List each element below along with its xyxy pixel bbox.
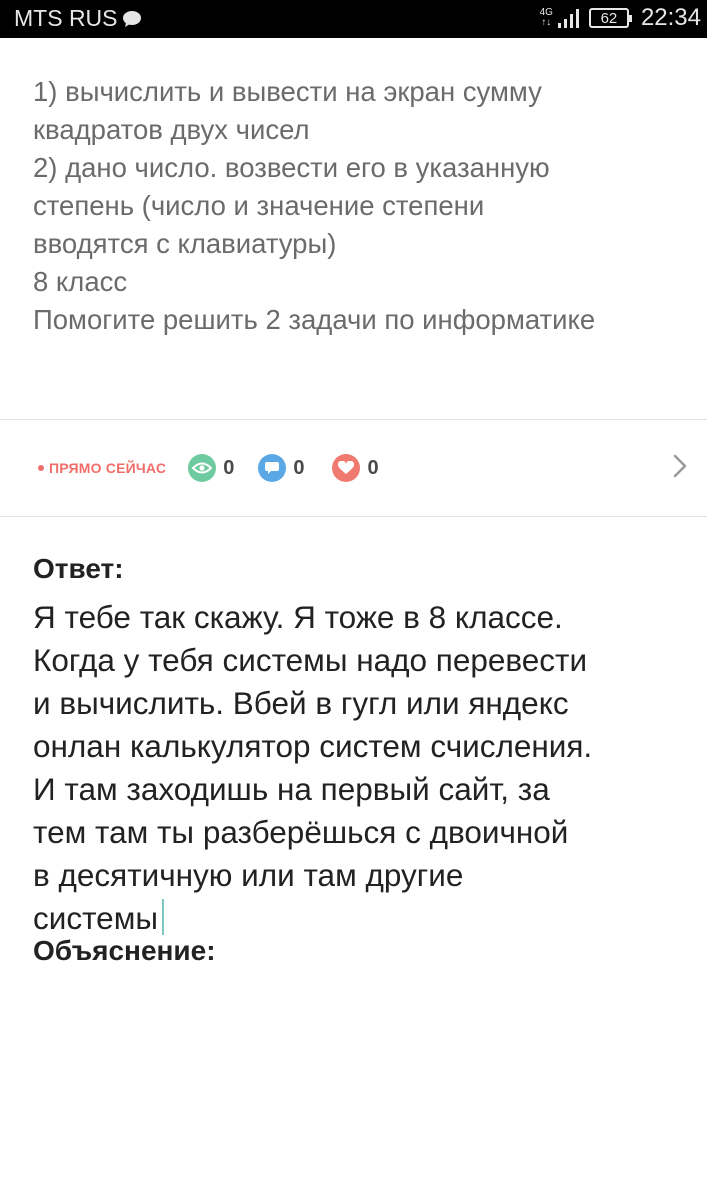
heart-icon — [332, 454, 361, 482]
answer-line: и вычислить. Вбей в гугл или яндекс — [33, 685, 569, 721]
signal-icon — [557, 7, 581, 29]
views-counter[interactable]: 0 — [188, 454, 234, 482]
question-line: степень (число и значение степени — [33, 190, 485, 221]
status-indicators: 4G ↑↓ 62 22:34 — [540, 4, 701, 32]
answer-line: онлан калькулятор систем счисления. — [33, 728, 593, 764]
answer-line: Когда у тебя системы надо перевести — [33, 642, 588, 678]
answer-heading: Ответ: — [33, 553, 124, 584]
answer-line: в десятичную или там другие — [33, 857, 464, 893]
chat-bubble-icon — [122, 10, 142, 28]
question-line: вводятся с клавиатуры) — [33, 228, 337, 259]
answer-line: системы — [33, 900, 158, 936]
network-activity-label: ↑↓ — [541, 17, 552, 28]
carrier-group: MTS RUS — [14, 5, 142, 32]
answer-line: И там заходишь на первый сайт, за — [33, 771, 550, 807]
status-bar: MTS RUS 4G ↑↓ 62 22:34 — [0, 0, 707, 38]
question-line: 8 класс — [33, 266, 128, 297]
answer-line: Я тебе так скажу. Я тоже в 8 классе. — [33, 599, 563, 635]
question-actions: ПРЯМО СЕЙЧАС 0 0 0 — [38, 450, 693, 486]
question-text: 1) вычислить и вывести на экран сумму кв… — [33, 73, 693, 339]
battery-icon: 62 — [588, 8, 632, 28]
text-cursor — [162, 899, 164, 935]
live-status-label: ПРЯМО СЕЙЧАС — [49, 460, 167, 476]
comment-icon — [258, 454, 287, 482]
answer-line: тем там ты разберёшься с двоичной — [33, 814, 569, 850]
answer-last-line: системы — [33, 897, 698, 940]
question-line: 1) вычислить и вывести на экран сумму — [33, 76, 542, 107]
chevron-right-icon[interactable] — [673, 454, 687, 483]
question-line: 2) дано число. возвести его в указанную — [33, 152, 550, 183]
likes-count: 0 — [367, 456, 379, 479]
answer-input[interactable]: Я тебе так скажу. Я тоже в 8 классе. Ког… — [33, 596, 698, 940]
divider — [0, 419, 707, 420]
comments-count: 0 — [293, 456, 305, 479]
clock: 22:34 — [640, 4, 701, 31]
views-count: 0 — [223, 456, 235, 479]
carrier-name: MTS RUS — [14, 5, 118, 31]
explanation-heading: Объяснение: — [33, 935, 216, 966]
divider — [0, 516, 707, 517]
eye-icon — [188, 454, 217, 482]
network-type: 4G ↑↓ — [540, 8, 553, 28]
question-line: квадратов двух чисел — [33, 114, 310, 145]
battery-level: 62 — [600, 9, 618, 27]
likes-counter[interactable]: 0 — [332, 454, 379, 482]
live-status: ПРЯМО СЕЙЧАС — [38, 460, 166, 476]
comments-counter[interactable]: 0 — [258, 454, 304, 482]
live-dot-icon — [38, 465, 44, 471]
question-line: Помогите решить 2 задачи по информатике — [33, 304, 596, 335]
